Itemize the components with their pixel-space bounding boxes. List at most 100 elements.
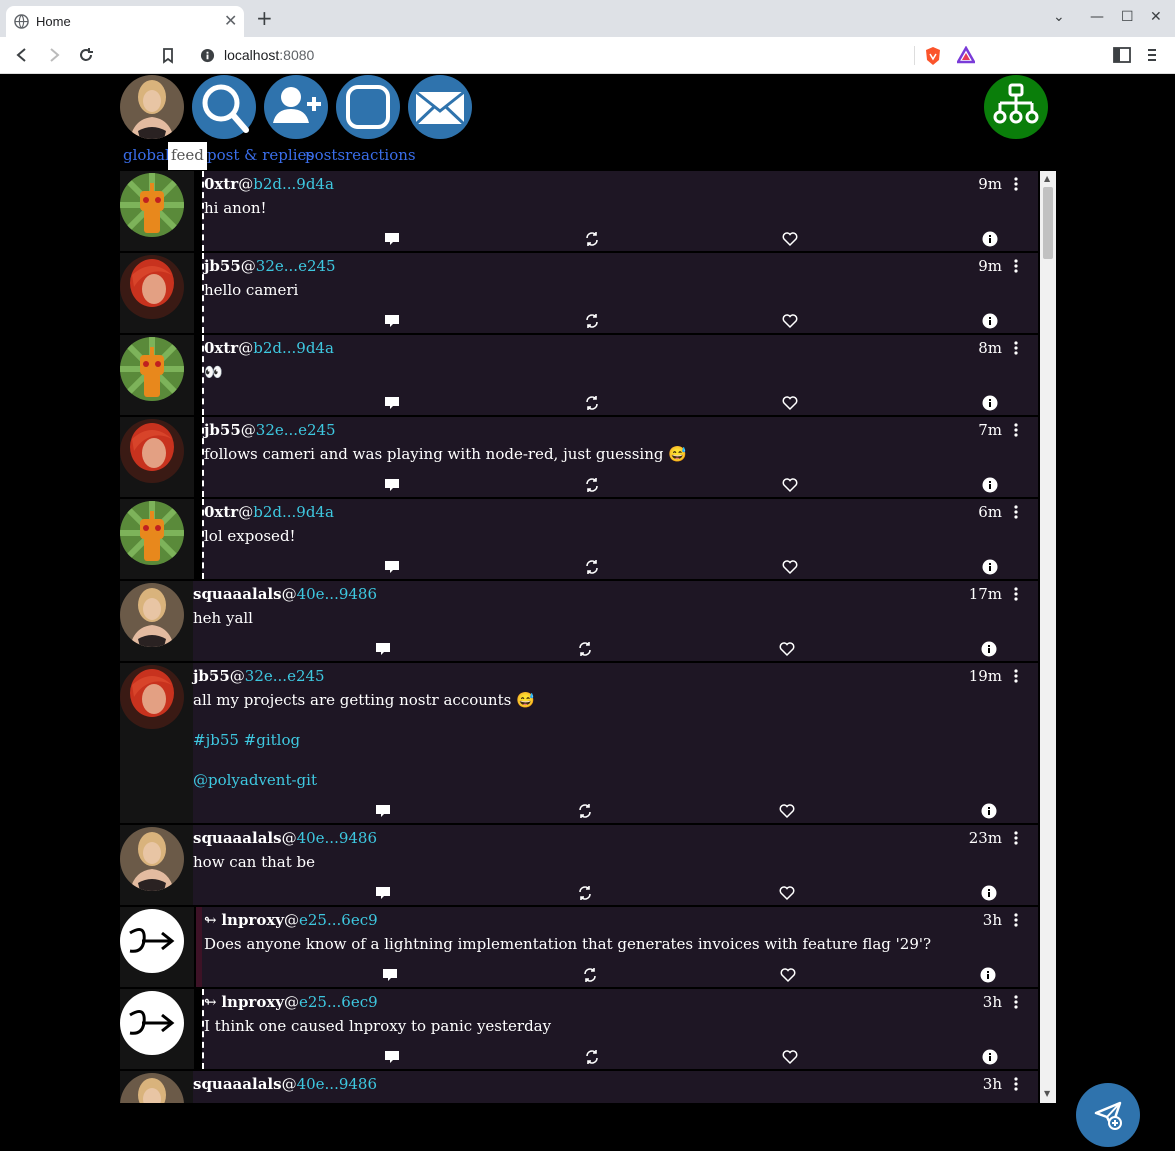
note[interactable]: squaaalals@40e...9486 23m how can that b… [120,825,1038,907]
like-icon[interactable] [779,803,795,819]
reply-icon[interactable] [384,1049,400,1065]
info-icon[interactable] [982,1049,998,1065]
like-icon[interactable] [780,967,796,983]
reply-icon[interactable] [375,885,391,901]
repost-icon[interactable] [584,477,600,493]
author-pubkey[interactable]: 32e...e245 [256,257,336,275]
note[interactable]: 0xtr@b2d...9d4a 9m hi anon! [120,171,1038,253]
author-name[interactable]: 0xtr [204,503,238,521]
repost-icon[interactable] [584,313,600,329]
note[interactable]: 0xtr@b2d...9d4a 8m 👀 [120,335,1038,417]
author-name[interactable]: squaaalals [193,585,282,603]
scroll-up-arrow-icon[interactable]: ▲ [1044,174,1050,183]
like-icon[interactable] [782,559,798,575]
more-options-icon[interactable] [1014,259,1018,273]
close-tab-icon[interactable]: ✕ [224,11,237,30]
author-pubkey[interactable]: b2d...9d4a [253,175,334,193]
reply-icon[interactable] [384,395,400,411]
author-name[interactable]: squaaalals [193,829,282,847]
reply-icon[interactable] [375,803,391,819]
info-icon[interactable] [981,885,997,901]
tab-global[interactable]: global [120,142,173,170]
author-name[interactable]: jb55 [193,667,230,685]
messages-button[interactable] [408,75,472,139]
info-icon[interactable] [982,313,998,329]
like-icon[interactable] [782,395,798,411]
author-name[interactable]: 0xtr [204,175,238,193]
note[interactable]: jb55@32e...e245 9m hello cameri [120,253,1038,335]
brave-shield-icon[interactable] [924,46,942,66]
repost-icon[interactable] [582,967,598,983]
menu-icon[interactable] [1146,46,1158,64]
reply-icon[interactable] [375,641,391,657]
chevron-down-icon[interactable]: ⌄ [1053,9,1065,25]
tab-feed[interactable]: feed [168,142,207,170]
browser-tab[interactable]: Home ✕ [6,6,244,37]
back-icon[interactable] [12,45,32,65]
note[interactable]: ↬ lnproxy@e25...6ec9 3h I think one caus… [120,989,1038,1071]
bookmark-icon[interactable] [158,45,178,65]
note[interactable]: ↬ lnproxy@e25...6ec9 3h Does anyone know… [120,907,1038,989]
author-pubkey[interactable]: e25...6ec9 [299,993,378,1011]
reload-icon[interactable] [76,45,96,65]
reply-icon[interactable] [384,231,400,247]
author-pubkey[interactable]: 32e...e245 [245,667,325,685]
repost-icon[interactable] [577,885,593,901]
note[interactable]: 0xtr@b2d...9d4a 6m lol exposed! [120,499,1038,581]
repost-icon[interactable] [577,641,593,657]
info-icon[interactable] [982,477,998,493]
more-options-icon[interactable] [1014,831,1018,845]
author-name[interactable]: lnproxy [221,993,284,1011]
search-button[interactable] [192,75,256,139]
compose-post-button[interactable] [1076,1083,1140,1147]
repost-icon[interactable] [584,231,600,247]
like-icon[interactable] [782,477,798,493]
avatar-squaaalals[interactable] [120,583,184,647]
new-tab-button[interactable]: + [256,8,273,28]
address-bar[interactable]: localhost:8080 [190,41,986,70]
repost-icon[interactable] [584,395,600,411]
close-window-button[interactable]: ✕ [1150,9,1162,25]
like-icon[interactable] [779,641,795,657]
reply-icon[interactable] [384,313,400,329]
author-pubkey[interactable]: 32e...e245 [256,421,336,439]
author-pubkey[interactable]: 40e...9486 [297,585,377,603]
author-name[interactable]: jb55 [204,257,241,275]
author-pubkey[interactable]: b2d...9d4a [253,503,334,521]
more-options-icon[interactable] [1014,995,1018,1009]
author-pubkey[interactable]: e25...6ec9 [299,911,378,929]
more-options-icon[interactable] [1014,1077,1018,1091]
info-icon[interactable] [982,559,998,575]
scroll-down-arrow-icon[interactable]: ▼ [1044,1089,1050,1098]
note[interactable]: jb55@32e...e245 7m follows cameri and wa… [120,417,1038,499]
repost-icon[interactable] [584,1049,600,1065]
author-name[interactable]: lnproxy [221,911,284,929]
more-options-icon[interactable] [1014,913,1018,927]
like-icon[interactable] [782,231,798,247]
forward-icon[interactable] [44,45,64,65]
profile-avatar[interactable] [120,75,184,139]
reply-icon[interactable] [384,477,400,493]
sidebar-toggle-icon[interactable] [1113,46,1131,64]
info-icon[interactable] [982,395,998,411]
maximize-button[interactable]: ☐ [1121,9,1134,25]
author-pubkey[interactable]: 40e...9486 [297,829,377,847]
minimize-button[interactable]: — [1090,9,1104,25]
info-icon[interactable] [981,641,997,657]
avatar-0xtr[interactable] [120,337,184,401]
author-pubkey[interactable]: b2d...9d4a [253,339,334,357]
info-icon[interactable] [980,967,996,983]
like-icon[interactable] [779,885,795,901]
avatar-jb55[interactable] [120,419,184,483]
site-info-icon[interactable] [200,48,215,63]
feed-scrollbar[interactable]: ▲ ▼ [1040,171,1056,1103]
avatar-lnproxy[interactable] [120,909,184,973]
avatar-0xtr[interactable] [120,501,184,565]
note-mention[interactable]: @polyadvent-git [193,771,317,789]
add-user-button[interactable] [264,75,328,139]
more-options-icon[interactable] [1014,669,1018,683]
status-button[interactable] [336,75,400,139]
avatar-jb55[interactable] [120,665,184,729]
avatar-lnproxy[interactable] [120,991,184,1055]
reply-icon[interactable] [382,967,398,983]
